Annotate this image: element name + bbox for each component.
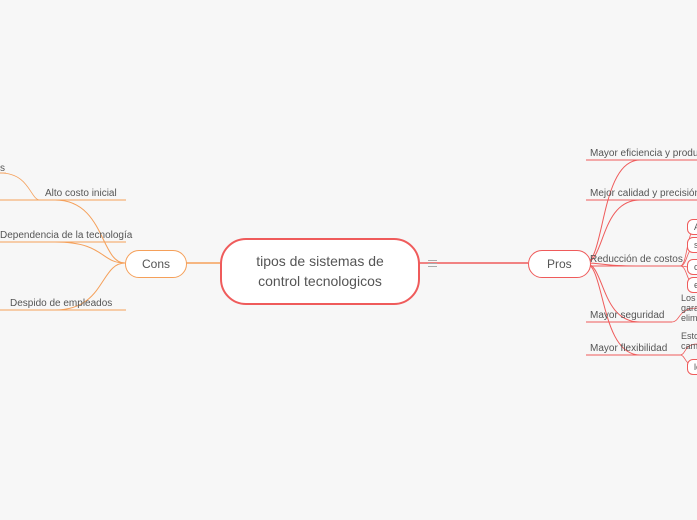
- central-title: tipos de sistemas de control tecnologico…: [256, 253, 384, 289]
- cost-child-3[interactable]: el a: [687, 277, 697, 293]
- pros-item-flexibility[interactable]: Mayor flexibilidad: [590, 343, 667, 354]
- mindmap-canvas[interactable]: tipos de sistemas de control tecnologico…: [0, 0, 697, 520]
- pros-item-security[interactable]: Mayor seguridad: [590, 310, 664, 321]
- pros-node[interactable]: Pros: [528, 250, 591, 278]
- cons-item-dependency[interactable]: Dependencia de la tecnología: [0, 230, 132, 241]
- pros-item-quality[interactable]: Mejor calidad y precisión: [590, 188, 697, 199]
- pros-item-efficiency[interactable]: Mayor eficiencia y productivida: [590, 148, 697, 159]
- pros-label: Pros: [547, 257, 572, 271]
- flex-detail[interactable]: Estos scamb: [681, 332, 697, 352]
- security-detail[interactable]: Los sisgarantelimin: [681, 294, 697, 324]
- menu-icon[interactable]: [428, 258, 437, 269]
- cons-item-layoff[interactable]: Despido de empleados: [10, 298, 112, 309]
- flex-child[interactable]: lo que: [687, 359, 697, 375]
- cons-node[interactable]: Cons: [125, 250, 187, 278]
- pros-item-cost[interactable]: Reducción de costos: [590, 254, 683, 265]
- cons-partial[interactable]: s: [0, 163, 5, 174]
- cost-child-1[interactable]: se p: [687, 237, 697, 253]
- cost-child-2[interactable]: con: [687, 259, 697, 275]
- central-topic[interactable]: tipos de sistemas de control tecnologico…: [220, 238, 420, 305]
- cost-child-0[interactable]: Al a: [687, 219, 697, 235]
- cons-item-cost[interactable]: Alto costo inicial: [45, 188, 117, 199]
- cons-label: Cons: [142, 257, 170, 271]
